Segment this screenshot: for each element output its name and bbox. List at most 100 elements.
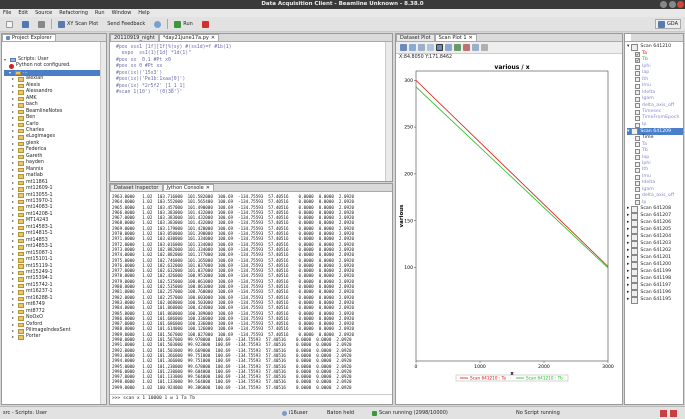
checkbox-icon[interactable] — [635, 77, 640, 83]
collapse-icon[interactable]: ▾ — [627, 44, 629, 50]
checkbox-icon[interactable] — [635, 193, 640, 199]
checkbox-icon[interactable] — [635, 155, 640, 161]
checkbox-icon[interactable] — [635, 200, 640, 206]
legend-scan-node[interactable]: ▸ Scan 641207 — [627, 213, 683, 221]
expand-icon[interactable]: ▸ — [627, 290, 629, 296]
send-feedback-button[interactable]: Send Feedback — [104, 19, 148, 29]
xy-scan-plot-button[interactable]: XY Scan Plot — [55, 19, 101, 29]
checkbox-icon[interactable] — [635, 90, 640, 96]
expand-icon[interactable]: ▸ — [627, 297, 629, 303]
console-input[interactable]: >>> scan x 1 10000 1 w 1 Ta Tb — [110, 394, 392, 402]
panic-stop-icon[interactable] — [670, 410, 677, 417]
collapse-icon[interactable]: ▾ — [627, 129, 629, 135]
checkbox-icon[interactable] — [635, 122, 640, 128]
checkbox-icon[interactable] — [635, 142, 640, 148]
plot-tool-icon[interactable] — [427, 44, 434, 51]
legend-scan-node[interactable]: ▸ Scan 641204 — [627, 234, 683, 242]
legend-scan-node[interactable]: ▸ Scan 641197 — [627, 283, 683, 291]
maximize-button[interactable] — [669, 1, 676, 8]
expand-icon[interactable]: ▸ — [627, 269, 629, 275]
checkbox-icon[interactable] — [635, 83, 640, 89]
checkbox-icon[interactable] — [635, 103, 640, 109]
close-tab-icon[interactable]: ✕ — [211, 35, 215, 42]
legend-scan-node[interactable]: ▸ Scan 641200 — [627, 262, 683, 270]
print-button[interactable] — [35, 19, 48, 29]
tab-dataset-plot[interactable]: Dataset Plot — [396, 34, 435, 41]
checkbox-icon[interactable] — [631, 206, 639, 214]
legend-series-item[interactable]: TimeFromEpoch — [627, 115, 683, 122]
expand-icon[interactable]: ▸ — [627, 255, 629, 261]
menu-run[interactable]: Run — [95, 9, 105, 17]
checkbox-icon[interactable] — [631, 227, 639, 235]
checkbox-icon[interactable] — [631, 234, 639, 242]
expand-icon[interactable]: ▸ — [627, 220, 629, 226]
checkbox-icon[interactable] — [635, 64, 640, 70]
run-button[interactable]: Run — [171, 19, 196, 29]
legend-scan-node[interactable]: ▸ Scan 641196 — [627, 290, 683, 298]
checkbox-icon[interactable] — [631, 290, 639, 298]
legend-scan-node[interactable]: ▸ Scan 641208 — [627, 206, 683, 214]
checkbox-icon[interactable] — [635, 135, 640, 141]
checkbox-icon[interactable] — [635, 96, 640, 102]
expand-icon[interactable]: ▸ — [627, 262, 629, 268]
checkbox-icon[interactable] — [631, 248, 639, 256]
stop-all-icon[interactable] — [660, 410, 667, 417]
legend-scan-node[interactable]: ▸ Scan 641202 — [627, 248, 683, 256]
close-window-button[interactable] — [677, 1, 684, 8]
checkbox-icon[interactable] — [631, 255, 639, 263]
close-tab-icon[interactable]: ✕ — [206, 185, 210, 192]
tab-editor-night[interactable]: 20110919_night — [110, 34, 159, 41]
checkbox-icon[interactable] — [631, 276, 639, 284]
legend-scan-node[interactable]: ▸ Scan 641206 — [627, 220, 683, 228]
stop-button[interactable] — [199, 19, 212, 29]
new-file-button[interactable] — [3, 19, 16, 29]
checkbox-icon[interactable]: ✔ — [635, 58, 640, 64]
tree-folder-item[interactable]: ▸ Porter — [4, 334, 106, 340]
expand-icon[interactable]: ▸ — [627, 248, 629, 254]
legend-scan-node[interactable]: ▸ Scan 641201 — [627, 255, 683, 263]
scan-plot-chart[interactable]: various / x1001502002503000 1000 2000 3000x… — [396, 61, 622, 386]
zoom-icon[interactable] — [436, 44, 443, 51]
expand-icon[interactable]: ▸ — [627, 241, 629, 247]
menu-help[interactable]: Help — [138, 9, 149, 17]
checkbox-icon[interactable] — [631, 297, 639, 305]
checkbox-icon[interactable]: ✔ — [635, 51, 640, 57]
editor-code[interactable]: #pos sss1 [1f][1f]%(sy) #(ss1d)=f #1b(1)… — [110, 42, 392, 97]
plot-tool-icon[interactable] — [409, 44, 416, 51]
checkbox-icon[interactable] — [635, 161, 640, 167]
checkbox-icon[interactable] — [631, 213, 639, 221]
legend-scan-node[interactable]: ▾ Scan 641209 — [627, 128, 683, 136]
editor-scrollbar[interactable] — [385, 42, 392, 181]
legend-scan-node[interactable]: ▸ Scan 641195 — [627, 297, 683, 305]
project-tree-scrollbar[interactable] — [100, 42, 106, 404]
checkbox-icon[interactable] — [631, 220, 639, 228]
legend-scan-node[interactable]: ▸ Scan 641199 — [627, 269, 683, 277]
plot-tool-icon[interactable] — [418, 44, 425, 51]
expand-icon[interactable]: ▸ — [627, 227, 629, 233]
legend-scan-node[interactable]: ▸ Scan 641205 — [627, 227, 683, 235]
minimize-button[interactable] — [660, 1, 667, 8]
plot-tool-icon[interactable] — [481, 44, 488, 51]
perspective-button[interactable]: GDA — [654, 19, 681, 29]
checkbox-icon[interactable] — [635, 187, 640, 193]
tab-project-explorer[interactable]: Project Explorer — [2, 34, 56, 41]
legend-scan-node[interactable]: ▸ Scan 641203 — [627, 241, 683, 249]
expand-icon[interactable]: ▸ — [627, 206, 629, 212]
plot-tool-icon[interactable] — [400, 44, 407, 51]
menu-window[interactable]: Window — [112, 9, 132, 17]
expand-icon[interactable]: ▸ — [627, 276, 629, 282]
expand-icon[interactable]: ▸ — [627, 234, 629, 240]
expand-icon[interactable]: ▸ — [627, 213, 629, 219]
plot-tool-icon[interactable] — [472, 44, 479, 51]
checkbox-icon[interactable] — [631, 44, 639, 51]
plot-tool-icon[interactable] — [445, 44, 452, 51]
search-button[interactable] — [151, 19, 164, 29]
menu-source[interactable]: Source — [35, 9, 52, 17]
checkbox-icon[interactable] — [635, 148, 640, 154]
expand-icon[interactable]: ▸ — [627, 283, 629, 289]
checkbox-icon[interactable] — [635, 181, 640, 187]
checkbox-icon[interactable] — [631, 128, 639, 136]
checkbox-icon[interactable] — [635, 109, 640, 115]
checkbox-icon[interactable] — [635, 116, 640, 122]
menu-refactoring[interactable]: Refactoring — [59, 9, 88, 17]
